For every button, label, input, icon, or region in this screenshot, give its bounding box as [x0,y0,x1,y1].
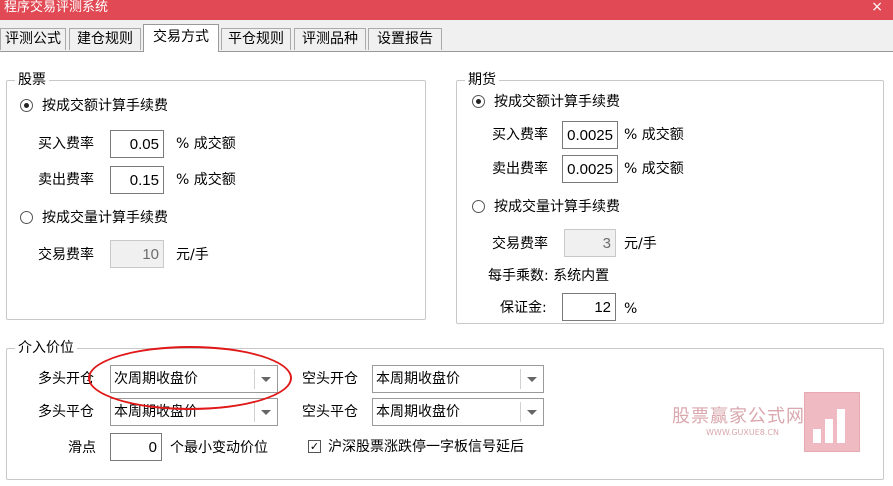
futures-multiplier-label: 每手乘数: 系统内置 [488,268,610,284]
futures-group-title: 期货 [465,71,499,89]
slippage-input[interactable] [110,433,162,461]
short-open-label: 空头开仓 [302,371,358,387]
stock-group-title: 股票 [15,71,49,89]
futures-buy-rate-label: 买入费率 [492,127,548,143]
futures-by-amount-label: 按成交额计算手续费 [494,94,620,110]
slippage-label: 滑点 [68,440,96,456]
stock-by-volume-radio[interactable] [20,211,33,224]
watermark-url: WWW.GUXUE8.CN [706,428,780,437]
chevron-down-icon[interactable] [261,377,271,382]
futures-trade-rate-label: 交易费率 [492,236,548,252]
stock-by-amount-radio[interactable] [20,99,33,112]
slippage-unit: 个最小变动价位 [170,440,268,456]
long-close-value: 本周期收盘价 [114,404,198,420]
stock-trade-rate-unit: 元/手 [176,247,209,263]
tab-formula[interactable]: 评测公式 [0,28,66,50]
futures-sell-rate-unit: % 成交额 [624,161,684,177]
short-open-select[interactable]: 本周期收盘价 [372,365,544,393]
long-close-label: 多头平仓 [38,404,94,420]
futures-margin-label: 保证金: [500,300,547,316]
short-close-label: 空头平仓 [302,404,358,420]
futures-sell-rate-input[interactable] [562,155,618,183]
stock-sell-rate-input[interactable] [110,166,164,194]
stock-trade-rate-input [110,240,164,268]
stock-buy-rate-label: 买入费率 [38,136,94,152]
long-open-select[interactable]: 次周期收盘价 [110,365,278,393]
tab-trade-mode[interactable]: 交易方式 [143,24,219,52]
chevron-down-icon[interactable] [261,410,271,415]
watermark: 股票赢家公式网 WWW.GUXUE8.CN [664,390,864,454]
futures-by-volume-radio[interactable] [472,200,485,213]
title-bar: 程序交易评测系统 × [0,0,893,20]
stock-buy-rate-input[interactable] [110,130,164,158]
futures-buy-rate-input[interactable] [562,121,618,149]
long-close-select[interactable]: 本周期收盘价 [110,398,278,426]
tab-close-rules[interactable]: 平仓规则 [221,28,291,50]
stock-buy-rate-unit: % 成交额 [176,136,236,152]
tab-report[interactable]: 设置报告 [368,28,442,50]
futures-margin-input[interactable] [562,293,616,321]
short-close-value: 本周期收盘价 [376,404,460,420]
tab-instruments[interactable]: 评测品种 [294,28,366,50]
chevron-down-icon[interactable] [527,410,537,415]
stock-group: 股票 [6,71,426,320]
short-open-value: 本周期收盘价 [376,371,460,387]
futures-by-amount-radio[interactable] [472,95,485,108]
tab-open-rules[interactable]: 建仓规则 [69,28,141,50]
tab-strip: 评测公式 建仓规则 交易方式 平仓规则 评测品种 设置报告 [0,22,893,52]
futures-sell-rate-label: 卖出费率 [492,161,548,177]
watermark-title: 股票赢家公式网 [672,406,805,427]
futures-buy-rate-unit: % 成交额 [624,127,684,143]
chevron-down-icon[interactable] [527,377,537,382]
entry-price-group-title: 介入价位 [15,339,77,357]
futures-trade-rate-input [564,229,616,257]
futures-by-volume-label: 按成交量计算手续费 [494,199,620,215]
stock-sell-rate-unit: % 成交额 [176,172,236,188]
stock-by-volume-label: 按成交量计算手续费 [42,210,168,226]
limit-delay-checkbox[interactable]: ✓ [308,440,321,453]
short-close-select[interactable]: 本周期收盘价 [372,398,544,426]
watermark-logo-icon [804,392,860,452]
stock-by-amount-label: 按成交额计算手续费 [42,98,168,114]
futures-trade-rate-unit: 元/手 [624,236,657,252]
futures-margin-unit: % [624,301,638,317]
window-title: 程序交易评测系统 [4,0,109,15]
close-icon[interactable]: × [871,0,883,14]
limit-delay-label: 沪深股票涨跌停一字板信号延后 [328,439,524,455]
long-open-label: 多头开仓 [38,371,94,387]
stock-sell-rate-label: 卖出费率 [38,172,94,188]
stock-trade-rate-label: 交易费率 [38,247,94,263]
long-open-value: 次周期收盘价 [114,371,198,387]
